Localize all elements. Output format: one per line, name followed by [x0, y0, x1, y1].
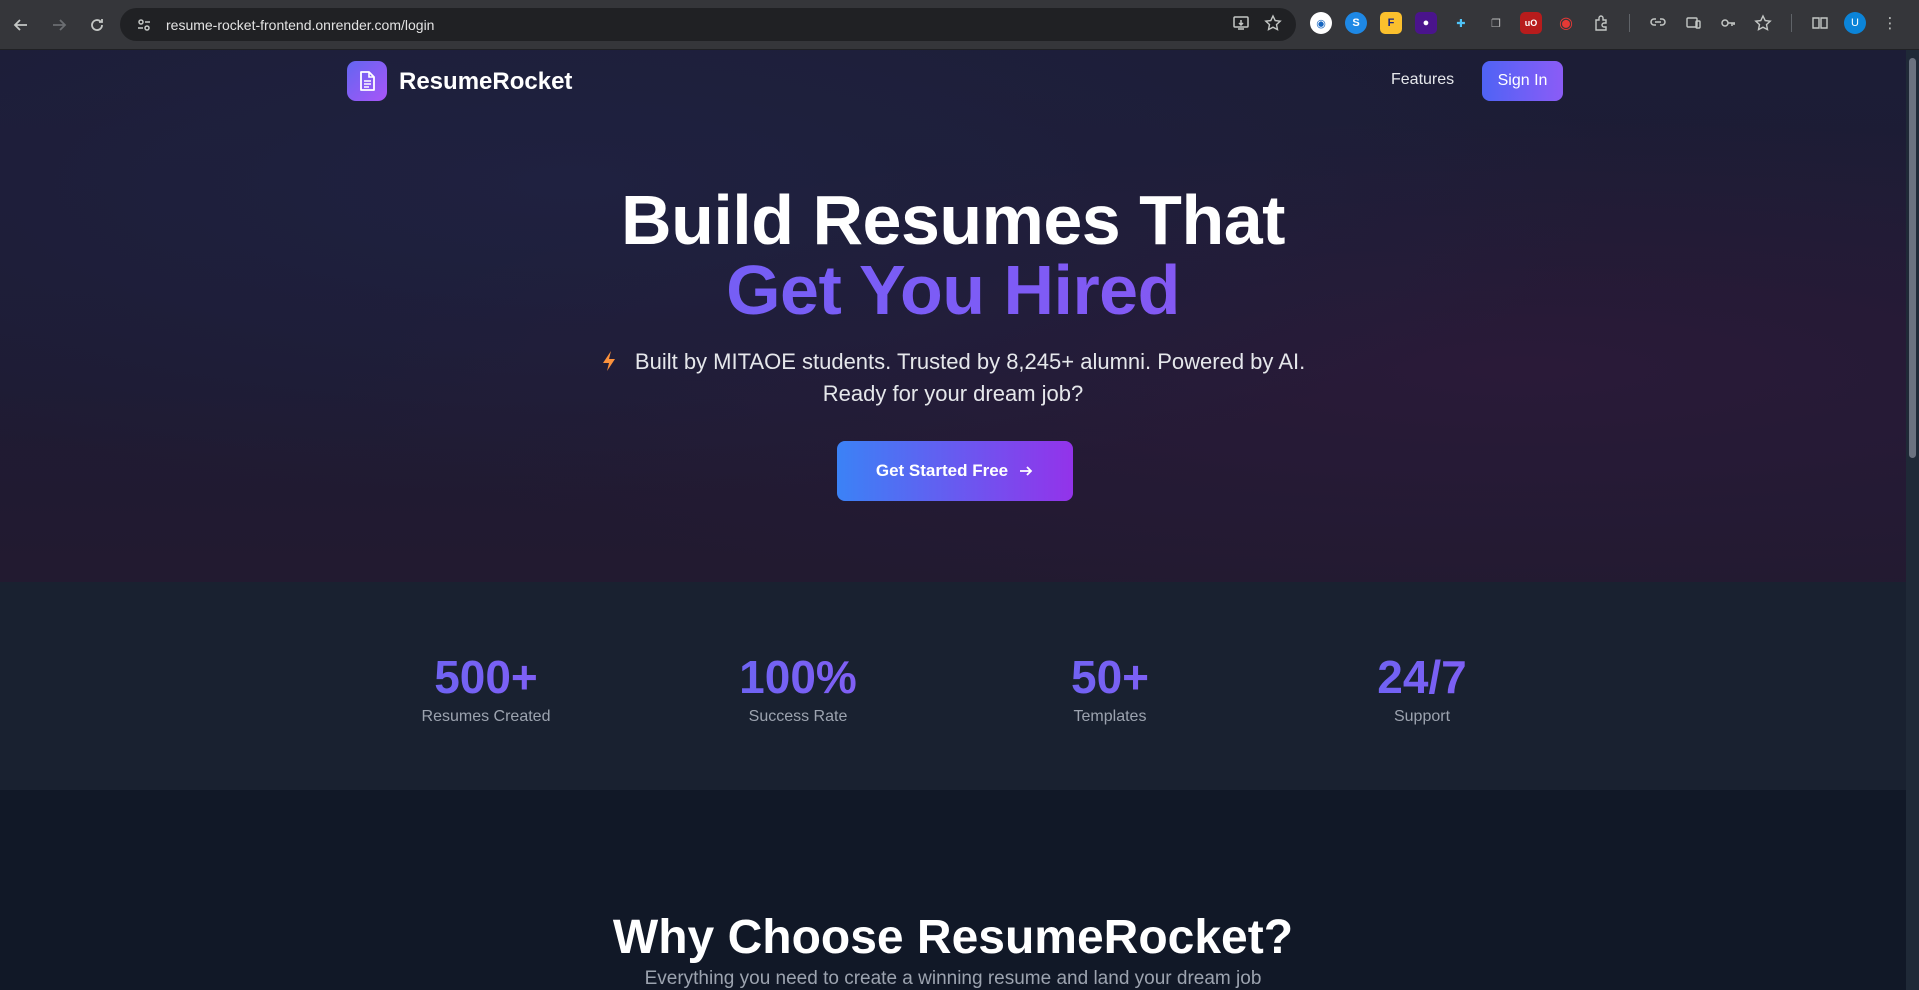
passwords-key-icon[interactable]: [1717, 12, 1739, 34]
get-started-label: Get Started Free: [875, 461, 1009, 480]
tagline-line-1: Built by MITAOE students. Trusted by 8,2…: [634, 349, 1306, 374]
section-title: Why Choose ResumeRocket?: [612, 911, 1294, 964]
stat-value: 24/7: [1292, 650, 1552, 704]
extension-icon[interactable]: ❐: [1485, 12, 1507, 34]
brand-name[interactable]: ResumeRocket: [399, 68, 572, 96]
extension-icon[interactable]: F: [1380, 12, 1402, 34]
extension-icon[interactable]: ✚: [1450, 12, 1472, 34]
why-section: Why Choose ResumeRocket? Everything you …: [0, 790, 1906, 990]
hero-tagline: Built by MITAOE students. Trusted by 8,2…: [0, 346, 1906, 410]
page: ResumeRocket Features Sign In Build Resu…: [0, 50, 1906, 990]
arrow-right-icon: [1020, 466, 1033, 476]
stats-section: 500+ Resumes Created 100% Success Rate 5…: [0, 582, 1906, 790]
extension-icon[interactable]: ◉: [1555, 12, 1577, 34]
document-icon: [360, 71, 375, 91]
bookmark-star-icon[interactable]: [1264, 14, 1282, 36]
extension-icon[interactable]: ●: [1415, 12, 1437, 34]
hero-section: ResumeRocket Features Sign In Build Resu…: [0, 50, 1906, 582]
reload-icon: [91, 18, 103, 31]
reload-button[interactable]: [80, 8, 114, 42]
extensions-row: ◉ S F ● ✚ ❐ uO ◉ U ⋮: [1310, 12, 1901, 34]
devices-icon[interactable]: [1682, 12, 1704, 34]
stat-item: 50+ Templates: [980, 650, 1240, 726]
profile-avatar[interactable]: U: [1844, 12, 1866, 34]
reading-mode-icon[interactable]: [1809, 12, 1831, 34]
url-text[interactable]: resume-rocket-frontend.onrender.com/logi…: [166, 17, 434, 33]
site-navbar: ResumeRocket Features Sign In: [347, 61, 1563, 101]
stat-item: 500+ Resumes Created: [356, 650, 616, 726]
toolbar-separator: [1629, 14, 1630, 32]
section-subtitle: Everything you need to create a winning …: [644, 968, 1262, 989]
get-started-button[interactable]: Get Started Free: [837, 441, 1073, 501]
stat-item: 24/7 Support: [1292, 650, 1552, 726]
forward-button[interactable]: [42, 8, 76, 42]
arrow-left-icon: [13, 18, 27, 31]
extension-icon[interactable]: ◉: [1310, 12, 1332, 34]
hero-title: Build Resumes That: [621, 181, 1285, 259]
toolbar-separator: [1791, 14, 1792, 32]
tagline-line-2: Ready for your dream job?: [822, 381, 1084, 406]
favorites-star-icon[interactable]: [1752, 12, 1774, 34]
hero-title-highlight: Get You Hired: [0, 250, 1906, 330]
back-button[interactable]: [4, 8, 38, 42]
stat-value: 50+: [980, 650, 1240, 704]
stat-value: 500+: [356, 650, 616, 704]
extension-icon[interactable]: S: [1345, 12, 1367, 34]
page-scrollbar[interactable]: [1906, 50, 1919, 990]
sign-in-button[interactable]: Sign In: [1482, 61, 1563, 101]
ublock-icon[interactable]: uO: [1520, 12, 1542, 34]
address-bar[interactable]: resume-rocket-frontend.onrender.com/logi…: [120, 8, 1296, 41]
stat-label: Support: [1393, 708, 1451, 725]
menu-kebab-icon[interactable]: ⋮: [1879, 12, 1901, 34]
stat-label: Templates: [1073, 708, 1147, 725]
stat-value: 100%: [668, 650, 928, 704]
nav-link-features[interactable]: Features: [1391, 71, 1454, 89]
stat-item: 100% Success Rate: [668, 650, 928, 726]
browser-toolbar: resume-rocket-frontend.onrender.com/logi…: [0, 0, 1919, 50]
extensions-puzzle-icon[interactable]: [1590, 12, 1612, 34]
scrollbar-thumb[interactable]: [1909, 58, 1916, 458]
link-icon[interactable]: [1647, 12, 1669, 34]
stat-label: Success Rate: [748, 708, 848, 725]
stat-label: Resumes Created: [421, 708, 551, 725]
logo[interactable]: [347, 61, 387, 101]
site-settings-icon[interactable]: [134, 15, 154, 35]
lightning-icon: [601, 349, 623, 374]
install-app-icon[interactable]: [1232, 14, 1250, 36]
arrow-right-icon: [53, 18, 67, 31]
